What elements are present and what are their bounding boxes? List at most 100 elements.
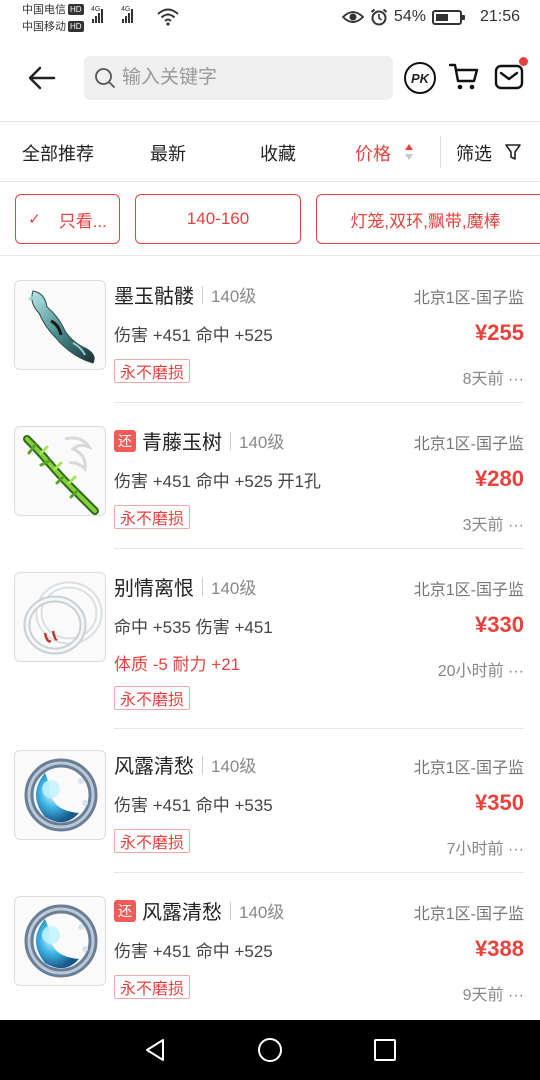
durability-badge: 永不磨损 xyxy=(114,686,191,710)
chip-label: 灯笼,双环,飘带,魔棒 xyxy=(350,211,501,231)
durability-badge: 永不磨损 xyxy=(114,505,191,529)
sort-arrows-icon xyxy=(405,144,413,160)
item-name: 墨玉骷髅 xyxy=(114,286,194,308)
carrier-2-label: 中国移动 xyxy=(22,21,66,33)
nav-back-icon[interactable] xyxy=(143,1038,167,1062)
nav-home-icon[interactable] xyxy=(257,1037,283,1063)
item-time[interactable]: 3天前 ··· xyxy=(463,511,524,535)
hd-badge: HD xyxy=(68,4,84,15)
item-title-row: 还 青藤玉树 140级 xyxy=(114,426,284,455)
chip-weapon-types[interactable]: 灯笼,双环,飘带,魔棒 xyxy=(316,194,540,244)
item-divider xyxy=(114,728,524,729)
battery-icon xyxy=(431,9,465,25)
item-level: 140级 xyxy=(239,903,285,922)
tab-latest[interactable]: 最新 xyxy=(150,140,186,166)
item-title-row: 别情离恨 140级 xyxy=(114,572,256,601)
refund-tag: 还 xyxy=(114,899,136,922)
item-time[interactable]: 7小时前 ··· xyxy=(447,835,524,859)
item-level: 140级 xyxy=(211,757,257,776)
chips-divider xyxy=(0,255,540,256)
system-navigation-bar xyxy=(0,1020,540,1080)
pk-compare-button[interactable]: PK xyxy=(404,62,436,94)
item-server: 北京1区-国子监 xyxy=(413,436,524,453)
tab-all-recommended[interactable]: 全部推荐 xyxy=(22,140,94,166)
item-attributes: 伤害 +451 命中 +525 xyxy=(114,942,273,961)
double-ring-icon xyxy=(14,572,106,662)
chip-level-range[interactable]: 140-160 xyxy=(135,194,301,244)
header-divider xyxy=(0,121,540,122)
alarm-icon xyxy=(370,8,388,26)
chip-label: 只看... xyxy=(58,211,107,231)
item-server: 北京1区-国子监 xyxy=(413,760,524,777)
item-title-row: 还 风露清愁 140级 xyxy=(114,896,284,925)
item-divider xyxy=(114,548,524,549)
chip-label: 140-160 xyxy=(186,209,250,228)
clock-time: 21:56 xyxy=(479,8,520,25)
search-bar[interactable] xyxy=(84,56,393,100)
item-price: ¥255 xyxy=(475,320,524,345)
signal-1-icon: 4G xyxy=(91,6,103,23)
durability-badge: 永不磨损 xyxy=(114,975,191,999)
item-level: 140级 xyxy=(239,433,285,452)
item-price: ¥280 xyxy=(475,466,524,491)
signal-2-icon: 4G xyxy=(121,6,133,23)
item-name: 风露清愁 xyxy=(114,756,194,778)
item-attributes: 伤害 +451 命中 +525 开1孔 xyxy=(114,472,321,491)
durability-badge: 永不磨损 xyxy=(114,829,191,853)
item-price: ¥330 xyxy=(475,612,524,637)
refund-tag: 还 xyxy=(114,429,136,452)
item-level: 140级 xyxy=(211,287,257,306)
level-separator xyxy=(230,431,231,450)
crescent-moon-ring-icon xyxy=(14,896,106,986)
search-icon xyxy=(95,68,115,88)
item-extra-attributes: 体质 -5 耐力 +21 xyxy=(114,655,241,674)
check-icon: ✓ xyxy=(28,211,41,228)
tab-separator xyxy=(440,136,441,168)
item-title-row: 墨玉骷髅 140级 xyxy=(114,280,256,309)
cart-icon[interactable] xyxy=(448,62,480,92)
item-level: 140级 xyxy=(211,579,257,598)
nav-recents-icon[interactable] xyxy=(373,1038,397,1062)
message-button[interactable] xyxy=(494,57,528,97)
item-server: 北京1区-国子监 xyxy=(413,582,524,599)
eye-icon xyxy=(341,11,364,23)
level-separator xyxy=(202,755,203,774)
wifi-icon xyxy=(157,8,179,26)
level-separator xyxy=(230,901,231,920)
active-filter-chips: ✓ 只看... 140-160 灯笼,双环,飘带,魔棒 xyxy=(0,192,540,246)
search-input[interactable] xyxy=(122,67,382,89)
sort-tabs: 全部推荐 最新 收藏 价格 筛选 xyxy=(0,124,540,180)
item-name: 青藤玉树 xyxy=(142,432,222,454)
pk-label: PK xyxy=(410,70,430,86)
battery-percent: 54% xyxy=(393,8,426,25)
jade-skull-wand-icon xyxy=(14,280,106,370)
tabs-divider xyxy=(0,181,540,182)
unread-dot xyxy=(519,57,528,66)
item-title-row: 风露清愁 140级 xyxy=(114,750,256,779)
item-name: 风露清愁 xyxy=(142,902,222,924)
item-price: ¥350 xyxy=(475,790,524,815)
tab-filter[interactable]: 筛选 xyxy=(456,140,492,166)
item-attributes: 伤害 +451 命中 +525 xyxy=(114,326,273,345)
tab-favorites[interactable]: 收藏 xyxy=(260,140,296,166)
green-vine-wand-icon xyxy=(14,426,106,516)
hd-badge: HD xyxy=(68,21,84,32)
item-divider xyxy=(114,872,524,873)
item-price: ¥388 xyxy=(475,936,524,961)
back-arrow-icon[interactable] xyxy=(24,60,60,96)
tab-price[interactable]: 价格 xyxy=(355,140,391,166)
carrier-info: 中国电信 HD 中国移动 HD xyxy=(22,2,84,36)
level-separator xyxy=(202,577,203,596)
status-bar: 中国电信 HD 中国移动 HD 4G 4G 54% 21:56 xyxy=(0,0,540,40)
durability-badge: 永不磨损 xyxy=(114,359,191,383)
top-header: PK xyxy=(0,48,540,108)
crescent-moon-ring-icon xyxy=(14,750,106,840)
item-time[interactable]: 20小时前 ··· xyxy=(438,657,524,681)
item-time[interactable]: 9天前 ··· xyxy=(463,981,524,1005)
filter-icon[interactable] xyxy=(505,143,521,161)
chip-only-view[interactable]: ✓ 只看... xyxy=(15,194,120,244)
signal-indicators: 4G 4G xyxy=(91,6,133,23)
item-time[interactable]: 8天前 ··· xyxy=(463,365,524,389)
item-name: 别情离恨 xyxy=(114,578,194,600)
item-server: 北京1区-国子监 xyxy=(413,290,524,307)
